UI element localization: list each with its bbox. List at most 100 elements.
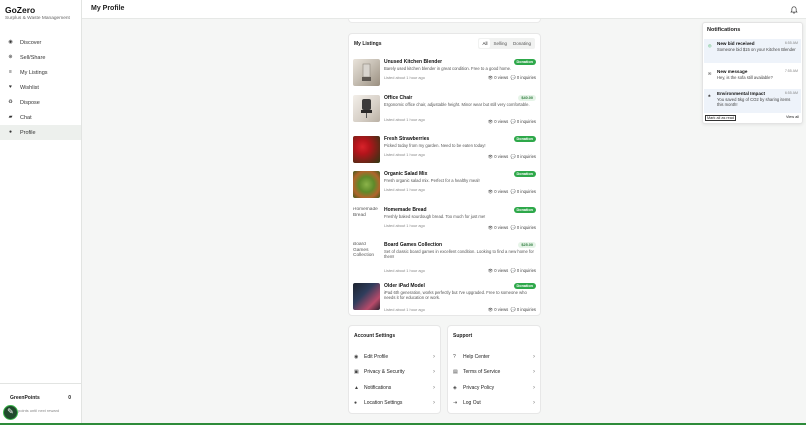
listing-item[interactable]: Homemade Bread Homemade Bread Donation F… [353, 207, 538, 235]
chevron-right-icon: › [433, 369, 435, 375]
listing-price-badge: $25.00 [518, 242, 536, 248]
listing-meta: Listed about 1 hour ago [384, 75, 425, 80]
listing-title: Fresh Strawberries [384, 136, 430, 142]
listing-stats: 👁 0 views 💬 0 inquiries [488, 307, 536, 313]
notification-item[interactable]: ✉ New message 7:55 AM Hey, is the sofa s… [704, 67, 801, 87]
listing-item[interactable]: Office Chair $40.00 Ergonomic office cha… [353, 95, 538, 125]
edit-profile-link[interactable]: ◉ Edit Profile › [354, 352, 435, 362]
chevron-right-icon: › [533, 369, 535, 375]
listing-badge: Donation [513, 59, 536, 65]
support-label: Terms of Service [463, 369, 501, 375]
chevron-right-icon: › [433, 400, 435, 406]
eye-icon: 👁 [487, 268, 494, 273]
support-card: Support ? Help Center › ▤ Terms of Service ›… [447, 325, 541, 414]
sidebar-item-dispose[interactable]: ♻ Dispose [0, 95, 81, 110]
listing-image-alt: Board Games Collection [353, 242, 375, 259]
listing-item[interactable]: Fresh Strawberries Donation Picked today… [353, 136, 538, 164]
privacy-security-link[interactable]: ▣ Privacy & Security › [354, 367, 435, 377]
support-title: Support [453, 333, 473, 339]
help-circle-icon: ? [453, 354, 456, 360]
sidebar-item-wishlist[interactable]: ♥ Wishlist [0, 80, 81, 95]
page-title: My Profile [91, 5, 125, 12]
log-out-link[interactable]: ⇥ Log Out › [453, 398, 535, 408]
sidebar-item-chat[interactable]: ▰ Chat [0, 110, 81, 125]
listing-item[interactable]: Unused Kitchen Blender Donation Barely u… [353, 59, 538, 87]
location-settings-link[interactable]: ● Location Settings › [354, 398, 435, 408]
message-icon: ✉ [708, 71, 712, 76]
support-label: Log Out [463, 400, 481, 406]
sidebar-item-my-listings[interactable]: ≡ My Listings [0, 65, 81, 80]
listing-meta: Listed about 1 hour ago [384, 117, 425, 122]
listing-title: Homemade Bread [384, 207, 427, 213]
listing-title: Older iPad Model [384, 283, 425, 289]
terms-of-service-link[interactable]: ▤ Terms of Service › [453, 367, 535, 377]
document-icon: ▤ [453, 369, 458, 375]
listing-stats: 👁 0 views 💬 0 inquiries [488, 268, 536, 274]
tab-donating[interactable]: Donating [510, 39, 534, 48]
notification-item[interactable]: ◎ New bid received 6:55 AM Someone bid $… [704, 39, 801, 63]
view-all-link[interactable]: View all [786, 115, 799, 121]
views-count: 0 views [494, 154, 509, 159]
listing-image [353, 283, 380, 310]
listing-description: Fresh organic salad mix. Perfect for a h… [384, 178, 480, 183]
views-count: 0 views [494, 189, 509, 194]
notification-time: 6:55 AM [784, 91, 798, 95]
sidebar-item-sell-share[interactable]: ⊕ Sell/Share [0, 50, 81, 65]
notifications-title: Notifications [707, 27, 741, 33]
listing-title: Unused Kitchen Blender [384, 59, 443, 65]
notifications-link[interactable]: ▲ Notifications › [354, 383, 435, 393]
brand: GoZero Surplus & Waste Management [0, 0, 81, 21]
user-icon: ● [8, 129, 13, 135]
inquiries-count: 0 inquiries [516, 119, 536, 124]
notification-time: 6:55 AM [784, 41, 798, 45]
sidebar-item-label: Sell/Share [20, 54, 46, 61]
user-circle-icon: ◉ [354, 354, 359, 360]
listing-meta: Listed about 1 hour ago [384, 187, 425, 192]
listing-item[interactable]: Older iPad Model Donation iPad 6th gener… [353, 283, 538, 313]
sidebar-item-profile[interactable]: ● Profile [0, 125, 81, 140]
listing-description: Picked today from my garden. Need to be … [384, 143, 486, 148]
listing-item[interactable]: Organic Salad Mix Donation Fresh organic… [353, 171, 538, 199]
compass-icon: ◉ [8, 39, 13, 45]
sidebar-item-label: Chat [20, 114, 32, 121]
listing-title: Board Games Collection [384, 242, 443, 248]
chevron-right-icon: › [533, 385, 535, 391]
chat-icon: 💬 [510, 119, 516, 124]
list-icon: ≡ [9, 69, 12, 75]
listing-image [353, 171, 380, 198]
listing-badge: Donation [513, 283, 536, 289]
privacy-policy-link[interactable]: ◈ Privacy Policy › [453, 383, 535, 393]
views-count: 0 views [494, 307, 509, 312]
help-center-link[interactable]: ? Help Center › [453, 352, 535, 362]
plus-circle-icon: ⊕ [8, 54, 13, 60]
sidebar: GoZero Surplus & Waste Management ◉ Disco… [0, 0, 82, 423]
listing-description: Barely used kitchen blender in great con… [384, 66, 512, 71]
notifications-dropdown: Notifications ◎ New bid received 6:55 AM… [702, 22, 803, 124]
chat-icon: 💬 [510, 189, 516, 194]
inquiries-count: 0 inquiries [516, 154, 536, 159]
inquiries-count: 0 inquiries [516, 189, 536, 194]
lock-icon: ▣ [354, 369, 359, 375]
mark-all-read-button[interactable]: Mark all as read [705, 115, 737, 121]
listing-description: Ergonomic office chair, adjustable heigh… [384, 102, 530, 107]
eye-icon: 👁 [487, 225, 494, 230]
listing-title: Organic Salad Mix [384, 171, 428, 177]
sidebar-item-discover[interactable]: ◉ Discover [0, 35, 81, 50]
bell-icon[interactable] [790, 6, 798, 14]
profile-summary-card [348, 19, 541, 23]
tab-all[interactable]: All [479, 39, 491, 48]
chevron-right-icon: › [533, 400, 535, 406]
inquiries-count: 0 inquiries [516, 268, 536, 273]
tab-selling[interactable]: Selling [490, 39, 510, 48]
top-bar: My Profile [82, 0, 806, 19]
listing-meta: Listed about 1 hour ago [384, 268, 425, 273]
edit-fab-button[interactable]: ✎ [3, 405, 18, 420]
listing-item[interactable]: Board Games Collection Board Games Colle… [353, 242, 538, 276]
notification-item[interactable]: ♣ Environmental Impact 6:55 AM You saved… [704, 89, 801, 113]
listing-stats: 👁 0 views 💬 0 inquiries [488, 119, 536, 125]
listing-image [353, 59, 380, 86]
views-count: 0 views [494, 75, 509, 80]
green-points-label: GreenPoints [10, 395, 40, 401]
app-name: GoZero [5, 5, 36, 15]
views-count: 0 views [494, 119, 509, 124]
